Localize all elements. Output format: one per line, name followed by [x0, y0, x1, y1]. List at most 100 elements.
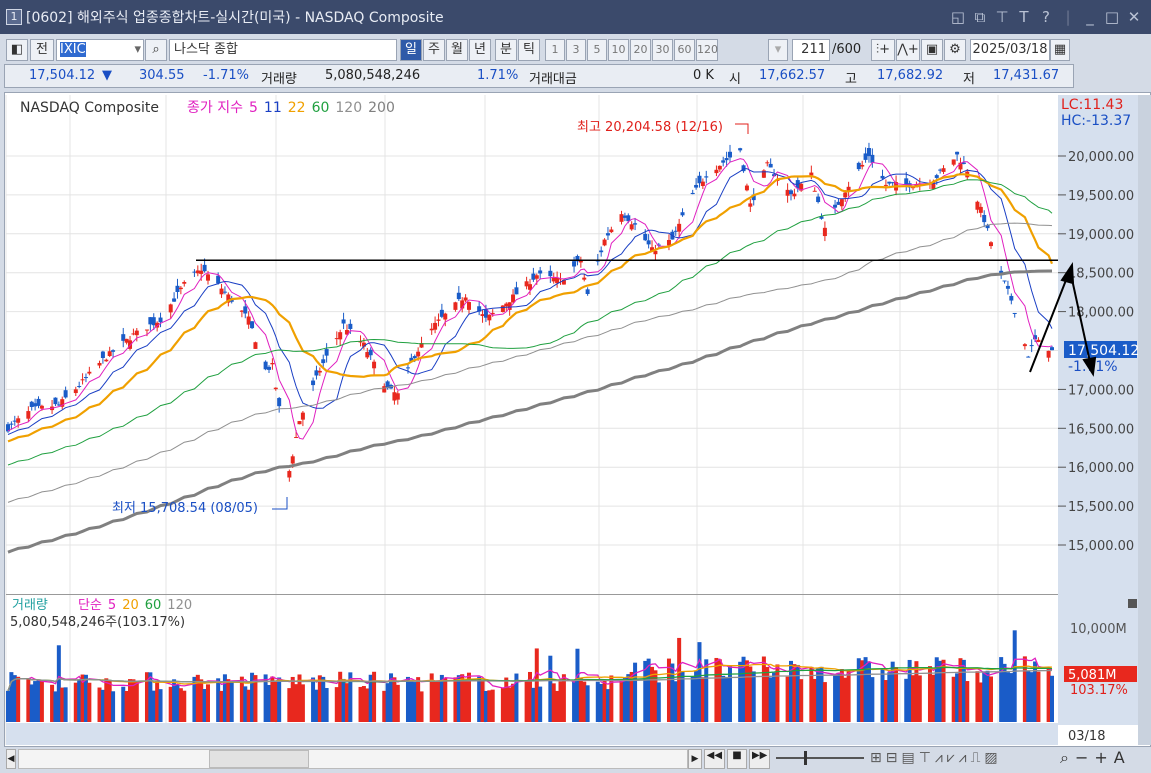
candle-body [466, 302, 471, 310]
candle-body [727, 151, 732, 158]
y-tick-label: 19,500.00 [1068, 189, 1134, 204]
candle-body [629, 224, 634, 230]
volume-ma-label: 단순 [78, 598, 102, 613]
candle-body [643, 233, 648, 241]
candle-body [602, 239, 607, 246]
scroll-right-icon[interactable]: ▶ [688, 749, 702, 769]
volume-bar [965, 681, 970, 722]
volume-ma-20-legend: 20 [122, 598, 139, 613]
stop-icon[interactable]: ■ [726, 749, 748, 769]
scroll-left-icon[interactable]: ◀ [6, 749, 16, 769]
candle-body [172, 298, 177, 302]
candle-body [324, 349, 329, 356]
volume-bar [443, 677, 448, 722]
volume-bar [372, 671, 377, 722]
candle-body [744, 185, 749, 191]
candle-body [572, 261, 577, 267]
candle-body [348, 323, 353, 329]
y-tick-label: 17,000.00 [1068, 383, 1134, 398]
candle-body [158, 317, 163, 323]
ma-legend: 종가 지수 5 11 22 60 120 200 [187, 100, 395, 116]
candle-body [433, 322, 438, 330]
candle-body [941, 168, 946, 172]
panel-close-icon[interactable] [1128, 599, 1137, 608]
candle-body [243, 306, 248, 314]
volume-value: 5,080,548,246주(103.17%) [10, 615, 185, 630]
candle-body [694, 184, 699, 188]
candle-body [955, 151, 960, 155]
volume-bar [799, 679, 804, 722]
zoom-out-icon[interactable]: − [1075, 748, 1094, 767]
date-axis [6, 723, 1058, 745]
zoom-slider[interactable] [776, 751, 864, 765]
candle-body [816, 196, 821, 203]
candle-body [717, 165, 722, 170]
ma-22-legend: 22 [288, 100, 306, 116]
volume-bar [538, 686, 543, 722]
candle-body [666, 239, 671, 246]
horizontal-scrollbar[interactable] [18, 749, 688, 769]
volume-bar [1036, 671, 1041, 722]
ma-11-line [7, 168, 1053, 435]
font-size-icon[interactable]: A [1114, 748, 1131, 767]
candle-body [700, 181, 705, 187]
candle-body [83, 377, 88, 379]
ma-120-line [7, 222, 1053, 503]
volume-tick: 10,000M [1070, 622, 1127, 637]
candle-body [321, 359, 326, 364]
candle-body [222, 291, 227, 293]
candle-body [1026, 356, 1031, 358]
candle-body [100, 351, 105, 359]
candle-body [250, 321, 255, 329]
candle-body [134, 330, 139, 336]
y-tick-label: 16,500.00 [1068, 422, 1134, 437]
candle-body [822, 227, 827, 237]
candle-body [317, 370, 322, 373]
candle-body [294, 437, 299, 439]
fast-forward-icon[interactable]: ▶▶ [749, 749, 771, 769]
volume-bar [419, 691, 424, 722]
rewind-icon[interactable]: ◀◀ [704, 749, 725, 769]
volume-label: 거래량 [12, 598, 48, 613]
candle-body [585, 289, 590, 294]
candle-body [270, 362, 275, 365]
scroll-thumb[interactable] [209, 750, 309, 768]
volume-bar [277, 677, 282, 722]
volume-bar [229, 681, 234, 722]
candle-body [39, 405, 44, 409]
volume-bar [395, 684, 400, 722]
chart-tool-icons[interactable]: ⊞⊟▤⊤⩘⩗⩘⎍▨ [870, 750, 1002, 766]
candle-body [416, 351, 421, 357]
zoom-in-icon[interactable]: + [1094, 748, 1113, 767]
candle-body [792, 193, 797, 197]
zoom-slider-handle[interactable] [804, 751, 807, 765]
zoom-controls: ⌕−+A [1060, 748, 1131, 768]
magnifier-icon[interactable]: ⌕ [1060, 748, 1075, 767]
ma-60-line [7, 179, 1053, 466]
candle-body [514, 287, 519, 295]
candle-body [1046, 350, 1051, 358]
candle-body [843, 192, 848, 198]
candle-body [287, 471, 292, 478]
candle-body [809, 172, 814, 176]
candle-body [582, 277, 587, 280]
candle-body [77, 386, 82, 388]
chart-svg[interactable]: 2024/05060708091011122025/01020320,000.0… [0, 0, 1151, 773]
candle-body [721, 160, 726, 163]
candle-body [267, 366, 271, 370]
volume-ma-5-legend: 5 [108, 598, 116, 613]
volume-bar [490, 689, 495, 722]
candle-body [633, 223, 638, 225]
candle-body [456, 292, 461, 300]
hc-value: HC:-13.37 [1061, 113, 1131, 129]
candle-body [605, 233, 610, 236]
candle-body [880, 175, 885, 179]
candle-body [219, 288, 224, 295]
candle-body [395, 393, 400, 400]
candle-body [273, 387, 278, 390]
ma-5-legend: 5 [249, 100, 258, 116]
high-annotation: 최고 20,204.58 (12/16) [577, 120, 723, 135]
volume-ma-legend: 단순 5 20 60 120 [78, 598, 192, 613]
candle-body [599, 250, 604, 253]
candle-body [1002, 280, 1007, 282]
